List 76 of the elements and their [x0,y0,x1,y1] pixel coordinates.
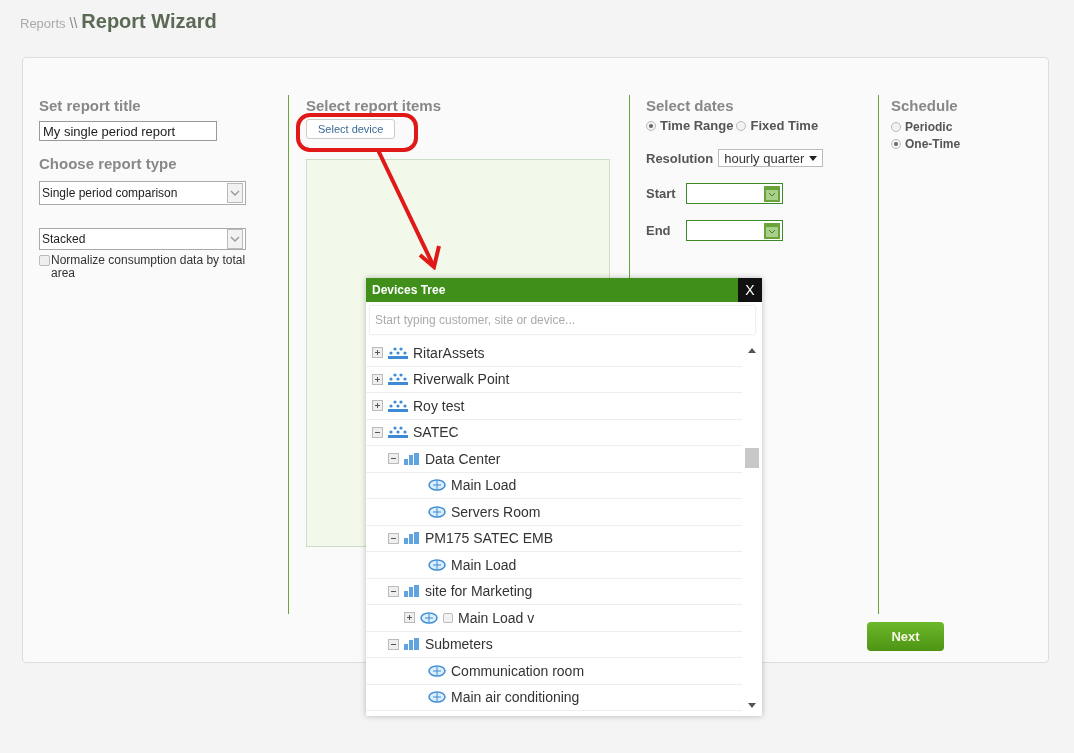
radio-label: Periodic [905,120,953,134]
toggle-icon[interactable] [388,585,399,597]
end-label: End [646,223,672,238]
building-icon [404,585,420,598]
page-title: Report Wizard [81,10,217,33]
toggle-icon[interactable] [372,400,383,412]
scroll-down-icon[interactable] [748,703,756,708]
close-button[interactable]: X [738,278,762,302]
meter-icon [428,558,446,571]
tree-row[interactable]: RitarAssets [366,340,742,367]
scroll-up-icon[interactable] [748,348,756,353]
tree-row[interactable]: Roy test [366,393,742,420]
tree-row[interactable]: PM175 SATEC EMB [366,525,742,552]
resolution-label: Resolution [646,150,714,166]
tree-row[interactable]: Main Load v [366,605,742,632]
radio-label: Fixed Time [750,118,819,133]
toggle-icon[interactable] [372,347,383,359]
building-icon [404,452,420,465]
section-heading: Select report items [306,97,442,114]
end-date-field[interactable] [686,220,783,241]
tree-checkbox[interactable] [443,612,453,623]
meter-icon [420,611,438,624]
tree-row[interactable]: Submeters [366,631,742,658]
caret-down-icon [809,155,818,161]
meter-icon [428,479,446,492]
chart-style-dropdown[interactable]: Stacked [39,228,246,250]
report-type-dropdown[interactable]: Single period comparison [39,181,246,205]
radio-button[interactable] [736,120,747,131]
building-icon [404,638,420,651]
normalize-checkbox[interactable] [39,255,50,266]
start-label: Start [646,186,677,201]
tree-row[interactable]: Communication room [366,658,742,685]
toggle-icon[interactable] [372,373,383,385]
tree-row[interactable]: Main air conditioning [366,684,742,711]
chevron-down-icon [227,183,243,203]
normalize-label: Normalize consumption data by total area [51,254,247,280]
building-icon [404,532,420,545]
report-title-field[interactable]: My single period report [39,121,217,141]
scrollbar-thumb[interactable] [745,448,759,468]
tree-row[interactable]: Riverwalk Point [366,366,742,393]
resolution-dropdown[interactable]: hourly quarter [718,149,824,167]
meter-icon [428,664,446,677]
people-icon [388,346,408,359]
toggle-icon[interactable] [388,638,399,650]
select-device-button[interactable]: Select device [306,119,396,139]
radio-button[interactable] [891,122,901,132]
section-heading: Select dates [646,97,734,114]
section-heading: Choose report type [39,155,177,172]
breadcrumb-separator: \\ [69,15,78,31]
people-icon [388,399,408,412]
radio-label: Time Range [660,118,734,133]
search-field[interactable]: Start typing customer, site or device... [370,306,755,334]
radio-label: One-Time [905,137,961,151]
toggle-icon[interactable] [404,612,415,624]
tree-row[interactable]: Main Load [366,552,742,579]
tree-row[interactable]: Data Center [366,446,742,473]
calendar-icon[interactable] [764,185,780,202]
tree-row[interactable]: Servers Room [366,499,742,526]
section-heading: Set report title [39,97,141,114]
radio-button[interactable] [646,120,656,131]
tree-row[interactable]: site for Marketing [366,578,742,605]
section-heading: Schedule [891,97,958,114]
tree-row[interactable]: SATEC [366,419,742,446]
meter-icon [428,691,446,704]
people-icon [388,373,408,386]
start-date-field[interactable] [686,183,783,204]
calendar-icon[interactable] [764,222,780,239]
toggle-icon[interactable] [388,453,399,465]
toggle-icon[interactable] [372,426,383,438]
dialog-title: Devices Tree [372,283,446,297]
meter-icon [428,505,446,518]
tree-row[interactable]: Main Load [366,472,742,499]
people-icon [388,426,408,439]
radio-button[interactable] [891,139,901,149]
toggle-icon[interactable] [388,532,399,544]
chevron-down-icon [227,229,243,249]
